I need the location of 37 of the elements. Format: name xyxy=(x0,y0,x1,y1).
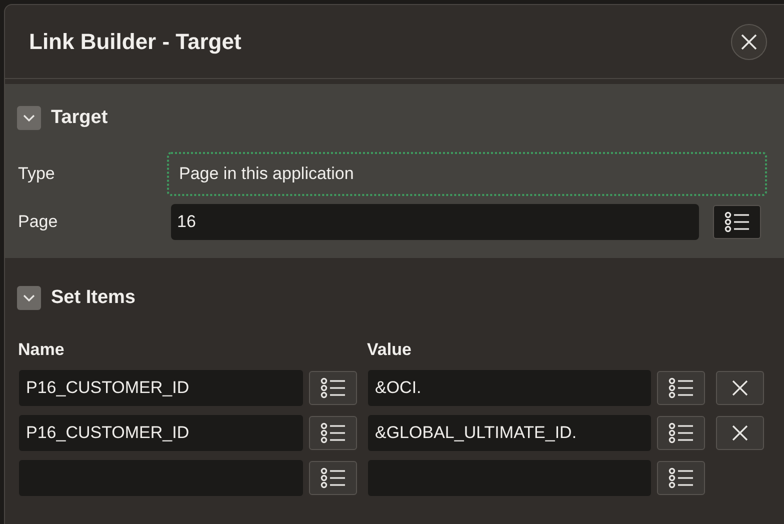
close-icon xyxy=(732,425,748,441)
value-field[interactable]: &OCI. xyxy=(368,370,651,406)
section-title: Set Items xyxy=(51,286,136,310)
list-button[interactable] xyxy=(309,371,357,405)
list-icon xyxy=(320,467,346,489)
list-button[interactable] xyxy=(309,416,357,450)
close-icon xyxy=(741,34,757,50)
remove-button[interactable] xyxy=(716,371,764,405)
section-title: Target xyxy=(51,106,108,130)
list-button[interactable] xyxy=(657,416,705,450)
field-label: Page xyxy=(17,211,59,234)
list-button[interactable] xyxy=(657,371,705,405)
list-button[interactable] xyxy=(309,461,357,495)
list-button[interactable] xyxy=(713,205,761,239)
field-label: Type xyxy=(17,163,56,186)
collapse-toggle[interactable] xyxy=(17,286,41,310)
value-field[interactable]: &GLOBAL_ULTIMATE_ID. xyxy=(368,415,651,451)
close-button[interactable] xyxy=(731,24,767,60)
list-icon xyxy=(320,377,346,399)
list-icon xyxy=(668,422,694,444)
type-select[interactable]: Page in this application xyxy=(167,152,767,196)
chevron-icon xyxy=(23,114,35,122)
list-button[interactable] xyxy=(657,461,705,495)
list-icon xyxy=(724,211,750,233)
remove-button[interactable] xyxy=(716,416,764,450)
dialog-title: Link Builder - Target xyxy=(29,28,242,56)
page-field[interactable]: 16 xyxy=(171,204,699,240)
name-field[interactable]: P16_CUSTOMER_ID xyxy=(19,370,303,406)
list-icon xyxy=(668,377,694,399)
collapse-toggle[interactable] xyxy=(17,106,41,130)
close-icon xyxy=(732,380,748,396)
chevron-icon xyxy=(23,294,35,302)
column-header: Value xyxy=(367,338,412,360)
list-icon xyxy=(668,467,694,489)
list-icon xyxy=(320,422,346,444)
column-header: Name xyxy=(18,338,66,360)
name-field[interactable]: P16_CUSTOMER_ID xyxy=(19,415,303,451)
